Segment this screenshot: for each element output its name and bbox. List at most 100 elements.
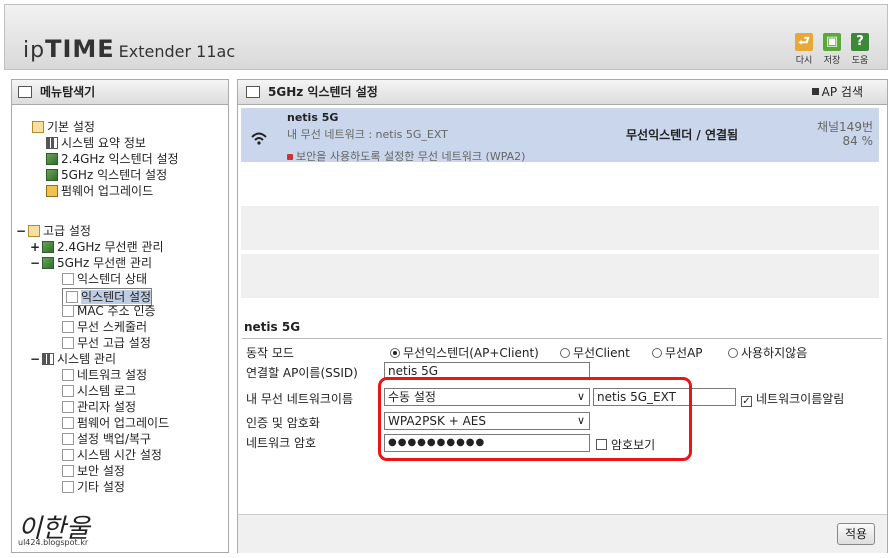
tree-system-mgmt[interactable]: − 시스템 관리 [30, 352, 116, 367]
ap-signal: 84 % [842, 134, 874, 148]
radio-icon [652, 348, 662, 358]
tree-backup-restore[interactable]: 설정 백업/복구 [62, 432, 151, 447]
window-icon [246, 86, 260, 98]
wifi-signal-icon [250, 130, 268, 149]
radio-label: 무선익스텐더(AP+Client) [403, 346, 539, 360]
form-title: netis 5G [244, 320, 301, 334]
my-network-label: 내 무선 네트워크이름 [246, 392, 353, 406]
page-icon [62, 305, 74, 317]
search-menu-icon [18, 86, 32, 98]
ap-security: 보안을 사용하도록 설정한 무선 네트워크 (WPA2) [287, 148, 525, 164]
tree-label: 시스템 관리 [57, 352, 117, 366]
tree-admin-settings[interactable]: 관리자 설정 [62, 400, 136, 415]
collapse-toggle[interactable]: − [16, 224, 26, 239]
tree-basic-settings[interactable]: 기본 설정 [32, 120, 95, 135]
help-label: 도움 [851, 56, 869, 66]
expand-toggle[interactable]: + [30, 240, 40, 255]
ap-search-button[interactable]: AP 검색 [811, 80, 863, 104]
save-label: 저장 [823, 56, 841, 66]
tree-advanced-settings[interactable]: − 고급 설정 [16, 224, 91, 239]
tree-label: 무선 스케줄러 [77, 320, 148, 334]
radio-label: 무선AP [665, 346, 703, 360]
return-icon: ⮐ [795, 33, 813, 51]
mode-radio-ap[interactable]: 무선AP [652, 344, 703, 361]
tree-5-wlan[interactable]: − 5GHz 무선랜 관리 [30, 256, 152, 271]
collapse-toggle[interactable]: − [30, 256, 40, 271]
tree-label: 시스템 요약 정보 [61, 136, 146, 150]
tree-network-settings[interactable]: 네트워크 설정 [62, 368, 147, 383]
tree-label: 고급 설정 [43, 224, 91, 238]
iptime-logo: ipTIME Extender 11ac [23, 35, 235, 63]
checkbox-label: 네트워크이름알림 [756, 392, 845, 406]
page-icon [62, 385, 74, 397]
tree-other-settings[interactable]: 기타 설정 [62, 480, 125, 495]
save-button[interactable]: ▣ 저장 [819, 33, 845, 66]
auth-label: 인증 및 암호화 [246, 416, 320, 430]
ap-list-empty-row [241, 206, 879, 250]
tree-firmware-basic[interactable]: 펌웨어 업그레이드 [46, 184, 153, 199]
tree-security-settings[interactable]: 보안 설정 [62, 464, 125, 479]
panel-title: 5GHz 익스텐더 설정 [268, 85, 378, 99]
apply-button[interactable]: 적용 [837, 523, 875, 545]
logo-model-text: Extender 11ac [118, 42, 236, 61]
tree-label: 펌웨어 업그레이드 [77, 416, 170, 430]
page-icon [62, 449, 74, 461]
tree-label: 설정 백업/복구 [77, 432, 152, 446]
tree-label: 보안 설정 [77, 464, 125, 478]
page-icon [62, 481, 74, 493]
page-icon [62, 417, 74, 429]
tree-label: 무선 고급 설정 [77, 336, 151, 350]
extender-settings-panel: 5GHz 익스텐더 설정 AP 검색 netis 5G 내 무선 네트워크 : … [237, 79, 888, 553]
ap-security-text: 보안을 사용하도록 설정한 무선 네트워크 (WPA2) [296, 150, 526, 163]
logo-time-text: TIME [45, 35, 115, 63]
panel-header: 5GHz 익스텐더 설정 AP 검색 [238, 80, 887, 105]
ap-my-network: 내 무선 네트워크 : netis 5G_EXT [287, 128, 448, 141]
header-bar: ipTIME Extender 11ac ⮐ 다시 ▣ 저장 ? 도움 [4, 4, 888, 70]
tree-label: 시스템 로그 [77, 384, 137, 398]
tree-label: 2.4GHz 익스텐더 설정 [61, 152, 179, 166]
mode-radio-client[interactable]: 무선Client [560, 344, 630, 361]
collapse-toggle[interactable]: − [30, 352, 40, 367]
tree-label: 기타 설정 [77, 480, 125, 494]
page-icon [62, 369, 74, 381]
mode-radio-disabled[interactable]: 사용하지않음 [728, 344, 807, 361]
page-icon [62, 401, 74, 413]
tree-system-summary[interactable]: 시스템 요약 정보 [46, 136, 146, 151]
help-icon: ? [851, 33, 869, 51]
radio-icon [728, 348, 738, 358]
ap-list-empty-row [241, 254, 879, 298]
tree-time-settings[interactable]: 시스템 시간 설정 [62, 448, 162, 463]
ap-search-label: AP 검색 [821, 85, 863, 99]
menu-explorer: 메뉴탐색기 기본 설정 시스템 요약 정보 2.4GHz 익스텐더 설정 5GH… [11, 79, 229, 553]
annotation-highlight-box [378, 377, 692, 461]
page-icon [62, 273, 74, 285]
network-name-notify-checkbox[interactable]: ✓ 네트워크이름알림 [741, 390, 844, 407]
tree-24-wlan[interactable]: +2.4GHz 무선랜 관리 [30, 240, 164, 255]
tree-24-extender[interactable]: 2.4GHz 익스텐더 설정 [46, 152, 179, 167]
tree-5-extender[interactable]: 5GHz 익스텐더 설정 [46, 168, 167, 183]
tree-label: 5GHz 익스텐더 설정 [61, 168, 168, 182]
tree-label: 익스텐더 상태 [77, 272, 148, 286]
ap-status: 무선익스텐더 / 연결됨 [626, 128, 739, 142]
tree-label: 5GHz 무선랜 관리 [57, 256, 153, 270]
mode-radio-extender[interactable]: 무선익스텐더(AP+Client) [390, 344, 539, 361]
wifi-icon [46, 169, 58, 181]
tree-extender-status[interactable]: 익스텐더 상태 [62, 272, 147, 287]
tree-label: 기본 설정 [47, 120, 95, 134]
logo-ip-text: ip [23, 38, 46, 63]
lock-icon [287, 154, 293, 160]
tree-wireless-advanced[interactable]: 무선 고급 설정 [62, 336, 151, 351]
tree-wireless-scheduler[interactable]: 무선 스케줄러 [62, 320, 147, 335]
tree-firmware-upgrade[interactable]: 펌웨어 업그레이드 [62, 416, 169, 431]
tree-mac-auth[interactable]: MAC 주소 인증 [62, 304, 156, 319]
help-button[interactable]: ? 도움 [847, 33, 873, 66]
page-icon [62, 321, 74, 333]
restart-button[interactable]: ⮐ 다시 [791, 33, 817, 66]
radio-label: 무선Client [573, 346, 630, 360]
tree-system-log[interactable]: 시스템 로그 [62, 384, 136, 399]
ap-list-row-selected[interactable]: netis 5G 내 무선 네트워크 : netis 5G_EXT 보안을 사용… [241, 108, 879, 164]
radio-label: 사용하지않음 [741, 346, 808, 360]
save-icon: ▣ [823, 33, 841, 51]
panel-footer: 적용 [238, 514, 887, 553]
menu-explorer-header: 메뉴탐색기 [12, 80, 228, 105]
